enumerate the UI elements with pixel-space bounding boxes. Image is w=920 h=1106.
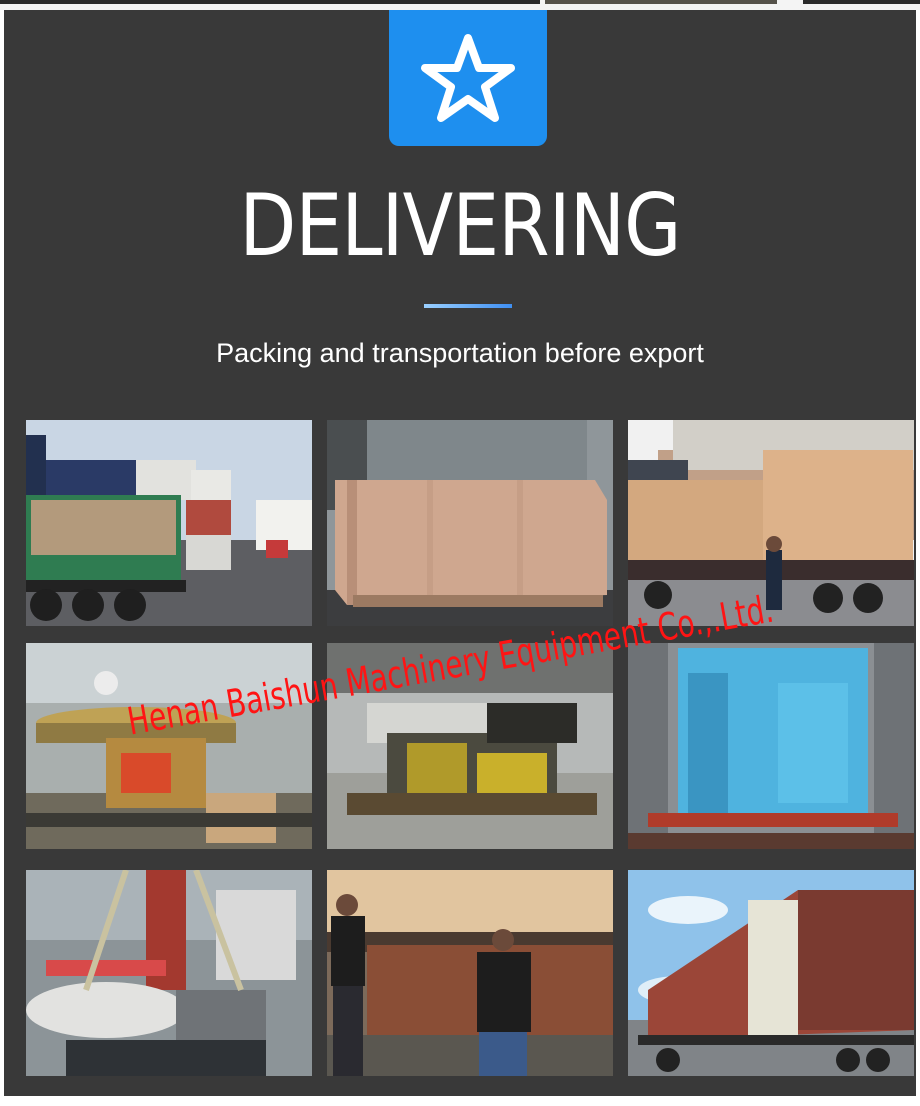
star-badge <box>389 10 547 146</box>
page-title: DELIVERING <box>239 176 681 276</box>
photo-plywood-crate-in-warehouse <box>327 420 613 626</box>
photo-crane-lifting-machine <box>26 870 312 1076</box>
photo-container-truck-loaded <box>628 870 914 1076</box>
photo-workers-loading-crate <box>327 870 613 1076</box>
page-subtitle: Packing and transportation before export <box>216 338 704 368</box>
photo-wrapped-machine-inside-container <box>628 643 914 849</box>
photo-crates-on-flatbed-truck-with-worker <box>628 420 914 626</box>
top-strip <box>0 0 920 10</box>
top-strip-image-edge <box>0 0 540 4</box>
top-strip-image-edge <box>803 0 920 4</box>
title-divider <box>424 304 512 308</box>
star-outline-icon <box>421 34 515 122</box>
photo-truck-with-crates-at-container-yard <box>26 420 312 626</box>
photo-grid <box>26 420 914 1078</box>
top-strip-image-edge <box>545 0 777 4</box>
